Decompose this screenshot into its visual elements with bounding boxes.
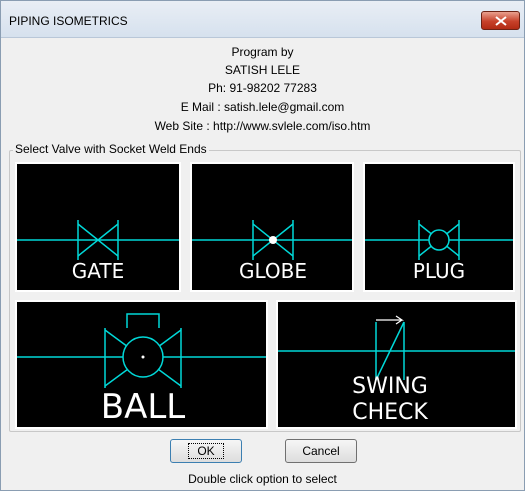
info-author-name: SATISH LELE (224, 63, 301, 77)
info-phone: Ph: 91-98202 77283 (208, 81, 317, 95)
dialog-window: PIPING ISOMETRICS Program by SATISH LELE… (0, 0, 525, 491)
valve-label-gate: GATE (72, 259, 124, 283)
valve-label-check: CHECK (352, 400, 428, 425)
info-author-label: Program by (231, 45, 294, 59)
valve-option-ball[interactable]: BALL (15, 300, 268, 429)
ok-button[interactable]: OK (170, 439, 242, 463)
valve-option-globe[interactable]: GLOBE (190, 162, 354, 292)
valve-option-plug[interactable]: PLUG (363, 162, 515, 292)
close-icon (495, 16, 507, 26)
swing-check-valve-icon (375, 315, 405, 381)
title-bar: PIPING ISOMETRICS (1, 1, 524, 38)
info-website: Web Site : http://www.svlele.com/iso.htm (154, 119, 371, 133)
valve-label-ball: BALL (101, 387, 186, 427)
valve-label-plug: PLUG (413, 259, 465, 283)
valve-option-gate[interactable]: GATE (15, 162, 181, 292)
info-email: E Mail : satish.lele@gmail.com (180, 100, 345, 114)
cancel-button-label: Cancel (302, 444, 340, 458)
valve-option-swing-check[interactable]: SWING CHECK (276, 300, 517, 429)
valve-label-swing: SWING (352, 374, 428, 399)
hint-text: Double click option to select (188, 472, 337, 486)
close-button[interactable] (481, 11, 520, 30)
valve-label-globe: GLOBE (239, 259, 307, 283)
ball-valve-icon (104, 313, 182, 388)
valve-group-label: Select Valve with Socket Weld Ends (13, 142, 209, 156)
cancel-button[interactable]: Cancel (285, 439, 357, 463)
window-title: PIPING ISOMETRICS (9, 14, 128, 28)
ok-button-label: OK (188, 443, 224, 459)
